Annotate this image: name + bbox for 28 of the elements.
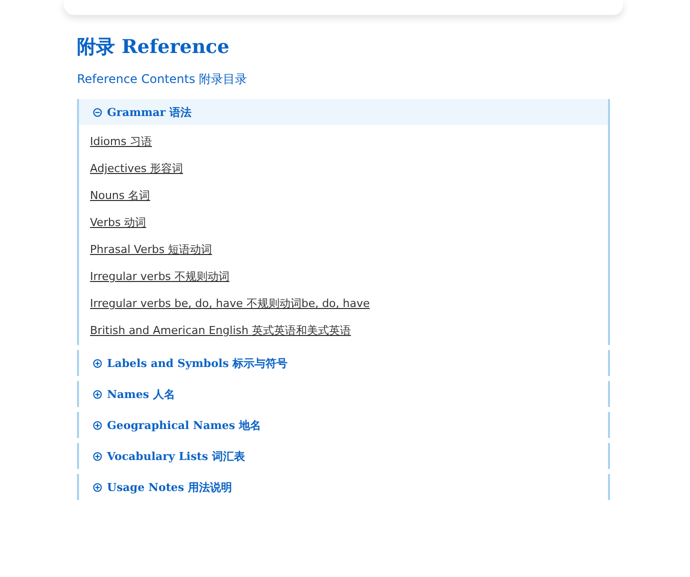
section-title: Grammar 语法 [107, 104, 192, 120]
collapse-icon [93, 108, 102, 116]
reference-link[interactable]: British and American English 英式英语和美式英语 [90, 323, 351, 339]
section-header[interactable]: Geographical Names 地名 [79, 412, 608, 438]
reference-link[interactable]: Irregular verbs be, do, have 不规则动词be, do, have [90, 296, 370, 312]
expand-icon [93, 420, 102, 430]
expand-icon [93, 452, 102, 460]
expand-icon [93, 390, 102, 398]
reference-link[interactable]: Adjectives 形容词 [90, 161, 184, 177]
reference-link[interactable]: Irregular verbs 不规则动词 [90, 269, 230, 285]
expand-icon [93, 482, 102, 492]
contents-heading: Reference Contents 附录目录 [77, 71, 248, 87]
reference-link[interactable]: Phrasal Verbs 短语动词 [90, 242, 212, 258]
section-title: Labels and Symbols 标示与符号 [107, 356, 288, 370]
page-title: 附录 Reference [77, 35, 230, 59]
reference-link[interactable]: Idioms 习语 [90, 134, 152, 150]
section-header[interactable]: Names 人名 [79, 381, 608, 407]
section-title: Geographical Names 地名 [107, 418, 261, 432]
section-header[interactable]: Usage Notes 用法说明 [79, 474, 608, 500]
section-title: Usage Notes 用法说明 [107, 480, 232, 494]
section-header[interactable]: Vocabulary Lists 词汇表 [79, 443, 608, 469]
section-title: Vocabulary Lists 词汇表 [107, 448, 245, 464]
reference-link[interactable]: Nouns 名词 [90, 188, 150, 204]
reference-link[interactable]: Verbs 动词 [90, 215, 146, 231]
section-title: Names 人名 [107, 386, 175, 402]
expand-icon [93, 358, 102, 368]
section-header[interactable]: Grammar 语法 [79, 99, 608, 125]
section-header[interactable]: Labels and Symbols 标示与符号 [79, 350, 608, 376]
